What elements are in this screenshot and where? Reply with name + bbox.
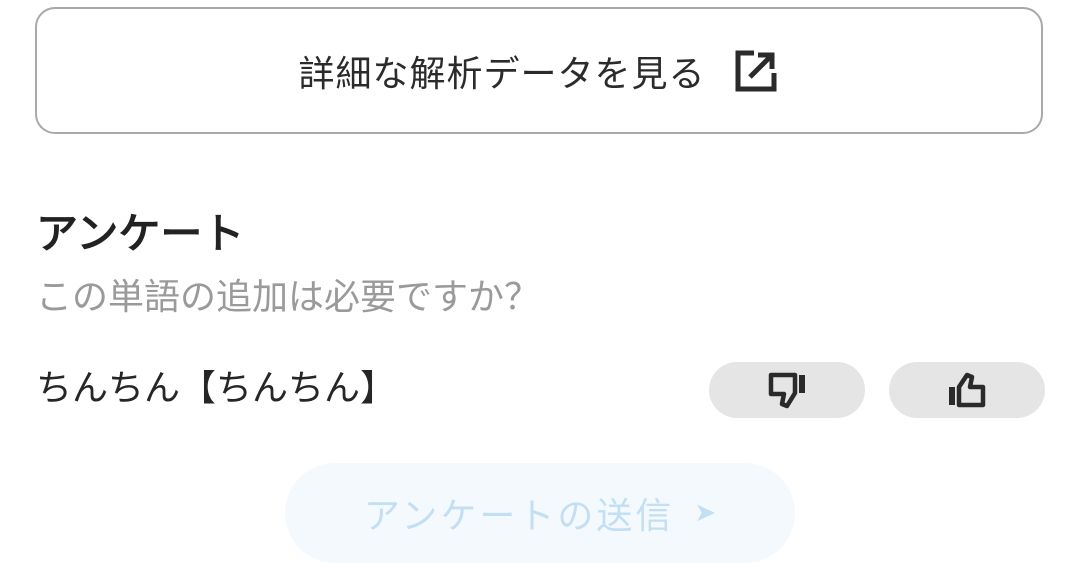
thumbs-down-icon [762, 365, 812, 415]
dislike-button[interactable] [709, 362, 865, 418]
word-entry: ちんちん【ちんちん】 [36, 368, 397, 409]
submit-survey-label: アンケートの送信 [363, 496, 675, 537]
submit-survey-button[interactable]: アンケートの送信 ➤ [285, 463, 795, 563]
view-detailed-analysis-label: 詳細な解析データを見る [298, 53, 706, 95]
survey-title: アンケート [36, 209, 245, 258]
send-arrow-icon: ➤ [694, 498, 717, 528]
like-button[interactable] [889, 362, 1045, 418]
thumbs-up-icon [942, 365, 992, 415]
page: 詳細な解析データを見る アンケート この単語の追加は必要ですか？ ちんちん【ちん… [0, 0, 1080, 563]
external-link-icon [732, 47, 780, 95]
survey-question: この単語の追加は必要ですか？ [36, 277, 541, 318]
view-detailed-analysis-button[interactable]: 詳細な解析データを見る [35, 7, 1043, 134]
